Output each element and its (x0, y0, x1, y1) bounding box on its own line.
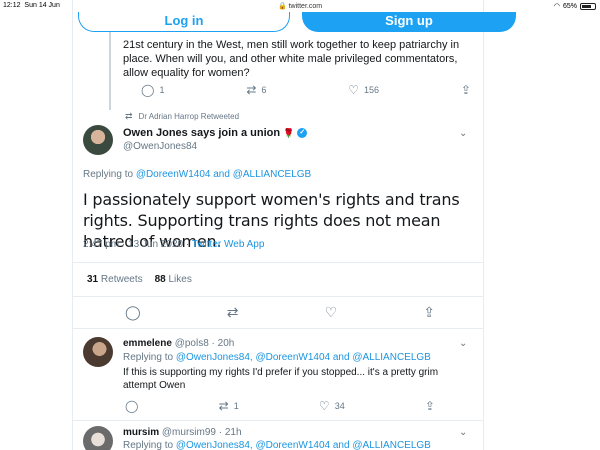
share-icon[interactable]: ⇪ (423, 305, 435, 319)
reply-button[interactable]: ◯ 1 (141, 84, 164, 96)
battery-percent: 65% (562, 2, 577, 10)
like-icon: ♡ (318, 399, 330, 413)
avatar[interactable] (83, 125, 113, 155)
replying-to: Replying to @OwenJones84, @DoreenW1404 a… (123, 440, 431, 450)
timeline: 21st century in the West, men still work… (72, 0, 484, 450)
tweet-timestamp[interactable]: 2:47 pm · 13 Jun 2020 · (83, 239, 192, 250)
retweet-icon: ⇄ (125, 111, 133, 121)
likes-count[interactable]: 88 Likes (155, 274, 192, 285)
reply-icon: ◯ (125, 399, 139, 413)
share-button[interactable]: ⇪ (425, 400, 435, 412)
chevron-down-icon[interactable]: ⌄ (459, 427, 467, 438)
like-icon: ♡ (348, 83, 360, 97)
thread-line (109, 32, 111, 110)
author-name[interactable]: Owen Jones says join a union 🌹 ✓ (123, 127, 308, 139)
chevron-down-icon[interactable]: ⌄ (459, 128, 467, 139)
rose-emoji: 🌹 (283, 127, 295, 138)
mention-link[interactable]: @ALLIANCELGB (233, 169, 312, 180)
share-button[interactable]: ⇪ (461, 84, 471, 96)
divider (73, 296, 483, 297)
tweet-source[interactable]: Twitter Web App (192, 239, 265, 250)
reply-button[interactable]: ◯ (125, 400, 138, 412)
like-button[interactable]: ♡ 34 (319, 400, 345, 412)
status-right: ◠ 65% (554, 2, 596, 10)
engagement-counts: 31 Retweets 88 Likes (87, 274, 192, 285)
author-handle[interactable]: @OwenJones84 (123, 141, 197, 152)
avatar[interactable] (83, 426, 113, 450)
divider (73, 262, 483, 263)
like-button[interactable]: ♡ 156 (348, 84, 379, 96)
mention-link[interactable]: @OwenJones84, @DoreenW1404 and @ALLIANCE… (176, 440, 431, 450)
share-icon: ⇪ (460, 83, 471, 97)
retweet-icon: ⇄ (218, 399, 229, 413)
mention-link[interactable]: @DoreenW1404 (136, 169, 211, 180)
mention-link[interactable]: @OwenJones84, @DoreenW1404 and @ALLIANCE… (176, 352, 431, 363)
avatar[interactable] (83, 337, 113, 367)
main-tweet-actions: ◯ ⇄ ♡ ⇪ (125, 305, 435, 319)
share-icon: ⇪ (424, 399, 435, 413)
replying-to: Replying to @OwenJones84, @DoreenW1404 a… (123, 352, 431, 363)
login-button[interactable]: Log in (78, 12, 290, 32)
retweets-count[interactable]: 31 Retweets (87, 274, 143, 285)
retweet-icon[interactable]: ⇄ (227, 305, 239, 319)
wifi-icon: ◠ (553, 3, 560, 10)
previous-tweet-text: 21st century in the West, men still work… (123, 39, 460, 79)
reply-text: If this is supporting my rights I'd pref… (123, 367, 439, 391)
retweet-button[interactable]: ⇄ 6 (246, 84, 266, 96)
tweet-meta: 2:47 pm · 13 Jun 2020 · Twitter Web App (83, 239, 264, 250)
reply-author[interactable]: emmelene @pols8 · 20h (123, 338, 234, 349)
reply-icon[interactable]: ◯ (125, 305, 141, 319)
retweet-icon: ⇄ (246, 83, 257, 97)
reply-actions: ◯ ⇄ 1 ♡ 34 ⇪ (125, 400, 435, 412)
verified-icon: ✓ (297, 128, 308, 138)
previous-tweet-actions: ◯ 1 ⇄ 6 ♡ 156 ⇪ (141, 84, 471, 96)
signup-button[interactable]: Sign up (302, 12, 516, 32)
divider (73, 420, 483, 421)
retweeted-by: ⇄ Dr Adrian Harrop Retweeted (125, 111, 240, 121)
auth-bar: Log in Sign up (78, 12, 516, 32)
retweet-button[interactable]: ⇄ 1 (219, 400, 239, 412)
battery-icon (580, 2, 596, 10)
replying-to: Replying to @DoreenW1404 and @ALLIANCELG… (83, 169, 312, 180)
divider (73, 328, 483, 329)
like-icon[interactable]: ♡ (325, 305, 338, 319)
reply-icon: ◯ (141, 83, 155, 97)
chevron-down-icon[interactable]: ⌄ (459, 338, 467, 349)
reply-author[interactable]: mursim @mursim99 · 21h (123, 427, 242, 438)
